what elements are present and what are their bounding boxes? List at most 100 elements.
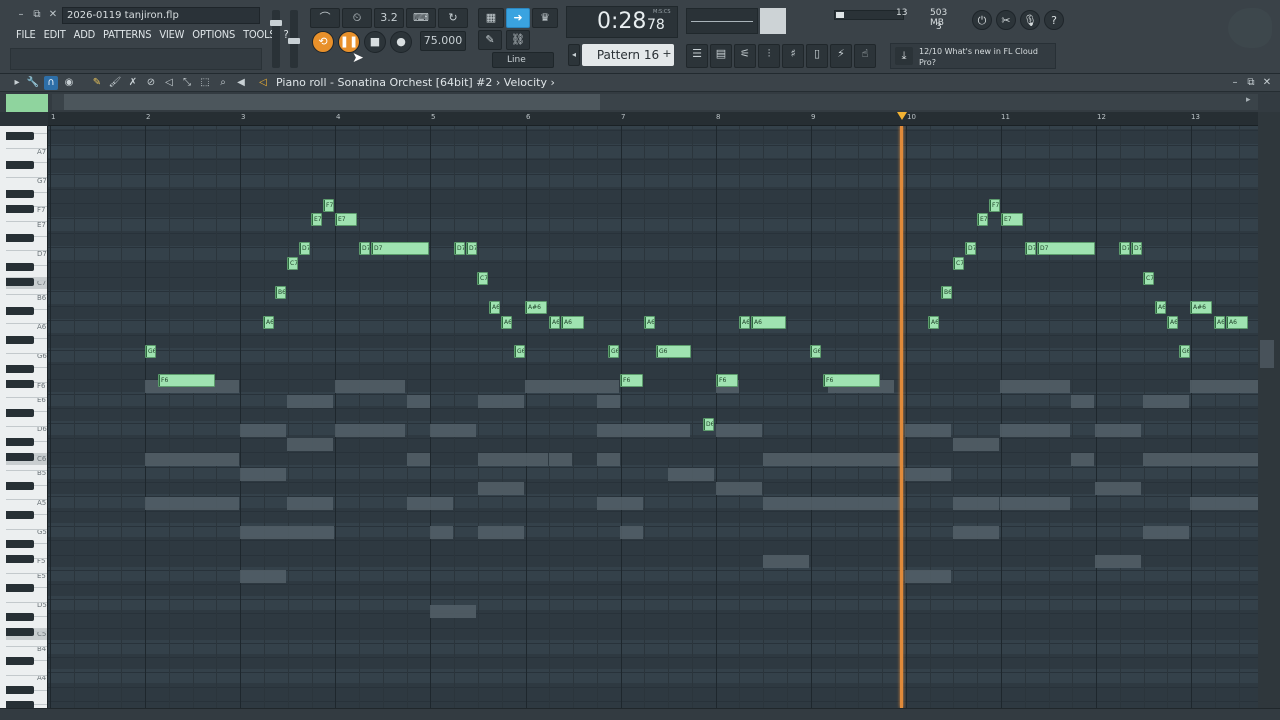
metronome-button[interactable]: ⌒	[310, 8, 340, 28]
pr-minimize-icon[interactable]: –	[1228, 76, 1242, 90]
black-key[interactable]	[6, 380, 34, 388]
tools-icon[interactable]: ✂	[996, 10, 1016, 30]
browser-icon[interactable]: ♯	[782, 44, 804, 68]
midi-note[interactable]: E7	[311, 213, 322, 226]
playhead-marker[interactable]	[897, 112, 907, 120]
vertical-scrollbar[interactable]	[1258, 112, 1280, 708]
black-key[interactable]	[6, 628, 34, 636]
midi-note[interactable]: G6	[514, 345, 525, 358]
menu-options[interactable]: OPTIONS	[188, 26, 239, 44]
midi-note[interactable]: D7	[454, 242, 465, 255]
menu-file[interactable]: FILE	[12, 26, 40, 44]
midi-note[interactable]: D7	[1025, 242, 1036, 255]
mute-icon[interactable]: ⊘	[144, 76, 158, 90]
midi-note[interactable]: D7	[299, 242, 310, 255]
help-icon[interactable]: ?	[1044, 10, 1064, 30]
midi-note[interactable]: A6	[549, 316, 560, 329]
midi-note[interactable]: A6	[561, 316, 584, 329]
snap-selector[interactable]: Line	[492, 52, 554, 68]
midi-note[interactable]: F7	[323, 199, 334, 212]
pr-maximize-icon[interactable]: ⧉	[1244, 76, 1258, 90]
midi-note[interactable]: A6	[1167, 316, 1178, 329]
white-key[interactable]	[6, 294, 47, 296]
midi-note[interactable]: A#6	[1190, 301, 1212, 314]
menu-patterns[interactable]: PATTERNS	[99, 26, 155, 44]
midi-note[interactable]: E7	[335, 213, 357, 226]
black-key[interactable]	[6, 132, 34, 140]
white-key[interactable]	[6, 675, 47, 677]
midi-note[interactable]: D7	[371, 242, 429, 255]
midi-note[interactable]: F6	[158, 374, 215, 387]
white-key[interactable]	[6, 220, 47, 222]
midi-note[interactable]: A#6	[525, 301, 547, 314]
menu-view[interactable]: VIEW	[155, 26, 188, 44]
midi-note[interactable]: G6	[145, 345, 156, 358]
playlist-mode-button[interactable]: ♛	[532, 8, 558, 28]
countdown-button[interactable]: 3.2	[374, 8, 404, 28]
black-key[interactable]	[6, 234, 34, 242]
scroll-right-icon[interactable]: ▸	[1246, 95, 1251, 105]
midi-note[interactable]: F6	[716, 374, 738, 387]
black-key[interactable]	[6, 555, 34, 563]
black-key[interactable]	[6, 511, 34, 519]
piano-keyboard[interactable]: A7 G7 F7 E7 D7 C7 B6 A6 G6 F6 E6 D6 C6 B5 A5 G5 F5 E5 D5 C5…	[0, 126, 48, 708]
white-key[interactable]	[6, 147, 47, 149]
pattern-prev-button[interactable]: ◂	[568, 44, 580, 66]
magnet-icon[interactable]: ∩	[44, 76, 58, 90]
song-position-button[interactable]: ➜	[506, 8, 530, 28]
white-key[interactable]	[6, 499, 47, 501]
black-key[interactable]	[6, 540, 34, 548]
white-key[interactable]	[6, 352, 47, 354]
black-key[interactable]	[6, 657, 34, 665]
midi-note[interactable]: C7	[287, 257, 298, 270]
midi-note[interactable]: A6	[644, 316, 655, 329]
black-key[interactable]	[6, 307, 34, 315]
white-key[interactable]	[6, 250, 47, 252]
midi-note[interactable]: D7	[1119, 242, 1130, 255]
midi-note[interactable]: A6	[1155, 301, 1166, 314]
midi-note[interactable]: D7	[466, 242, 477, 255]
stop-button[interactable]: ■	[364, 31, 386, 53]
midi-note[interactable]: G6	[1179, 345, 1190, 358]
black-key[interactable]	[6, 190, 34, 198]
black-key[interactable]	[6, 686, 34, 694]
piano-roll-icon[interactable]: ⚟	[734, 44, 756, 68]
black-key[interactable]	[6, 205, 34, 213]
master-volume-handle[interactable]	[270, 20, 282, 26]
scroll-thumb[interactable]	[64, 94, 600, 110]
delete-icon[interactable]: ✗	[126, 76, 140, 90]
midi-note[interactable]: F6	[823, 374, 880, 387]
channel-icon[interactable]: ▯	[806, 44, 828, 68]
typing-keyboard-button[interactable]: ▦	[478, 8, 504, 28]
midi-note[interactable]: D6	[703, 418, 714, 431]
black-key[interactable]	[6, 701, 34, 708]
midi-note[interactable]: D7	[1037, 242, 1095, 255]
midi-note[interactable]: F6	[620, 374, 643, 387]
plugin-icon[interactable]: ⚡	[830, 44, 852, 68]
midi-note[interactable]: E7	[977, 213, 988, 226]
midi-note[interactable]: A6	[489, 301, 500, 314]
white-key[interactable]	[6, 572, 47, 574]
select-icon[interactable]: ⬚	[198, 76, 212, 90]
midi-note[interactable]: A6	[263, 316, 274, 329]
menu-edit[interactable]: EDIT	[40, 26, 70, 44]
white-key[interactable]	[6, 469, 47, 471]
pattern-song-toggle[interactable]: ⟲	[312, 31, 334, 53]
midi-note[interactable]: G6	[656, 345, 691, 358]
minimize-icon[interactable]: –	[14, 8, 28, 22]
record-button[interactable]: ●	[390, 31, 412, 53]
midi-note[interactable]: A6	[501, 316, 512, 329]
wrench-icon[interactable]: 🔧	[26, 76, 40, 90]
time-display[interactable]: 0:28 M:S:CS 78	[566, 6, 678, 38]
black-key[interactable]	[6, 453, 34, 461]
record-mode-icon[interactable]: ◉	[62, 76, 76, 90]
channel-rack-icon[interactable]: ▤	[710, 44, 732, 68]
white-key[interactable]	[6, 323, 47, 325]
wait-input-button[interactable]: ⏲	[342, 8, 372, 28]
draw-tool-button[interactable]: ✎	[478, 30, 502, 50]
black-key[interactable]	[6, 263, 34, 271]
master-volume-slider[interactable]	[272, 10, 280, 68]
slip-icon[interactable]: ◁	[162, 76, 176, 90]
midi-note[interactable]: C7	[477, 272, 488, 285]
pencil-icon[interactable]: ✎	[90, 76, 104, 90]
